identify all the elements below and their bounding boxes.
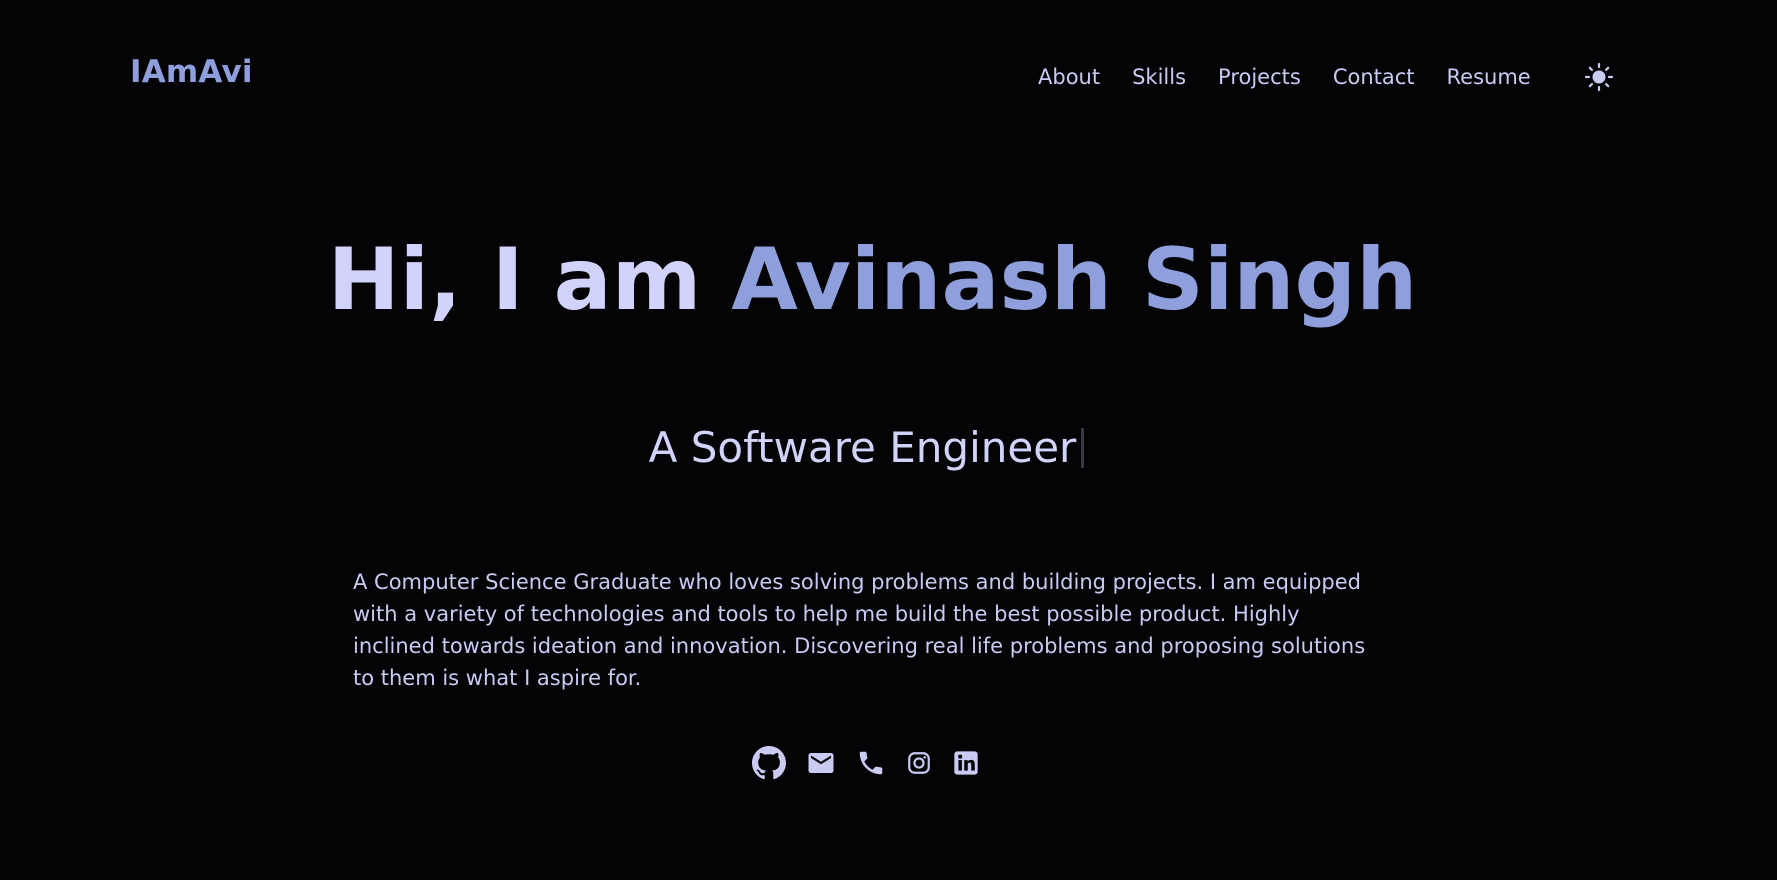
theme-toggle-button[interactable] (1583, 62, 1615, 92)
instagram-icon (908, 752, 930, 774)
sun-icon (1584, 62, 1614, 92)
mail-icon (808, 753, 834, 773)
linkedin-icon (954, 751, 978, 775)
hero-greeting: Hi, I am (327, 230, 732, 330)
linkedin-link[interactable] (952, 749, 980, 777)
instagram-link[interactable] (906, 750, 932, 776)
mail-link[interactable] (806, 748, 836, 778)
phone-icon (859, 751, 883, 775)
github-link[interactable] (752, 746, 786, 780)
social-links (752, 746, 980, 780)
phone-link[interactable] (856, 748, 886, 778)
nav-contact[interactable]: Contact (1333, 65, 1415, 89)
nav-projects[interactable]: Projects (1218, 65, 1301, 89)
nav-resume[interactable]: Resume (1447, 65, 1531, 89)
site-logo[interactable]: IAmAvi (130, 54, 253, 90)
subtitle-text: A Software Engineer (648, 423, 1077, 472)
typing-cursor (1081, 428, 1085, 468)
github-icon (752, 746, 786, 780)
hero-name: Avinash Singh (731, 230, 1418, 330)
nav-skills[interactable]: Skills (1132, 65, 1186, 89)
hero-title: Hi, I am Avinash Singh (0, 225, 1745, 335)
nav-about[interactable]: About (1038, 65, 1100, 89)
main-nav: About Skills Projects Contact Resume (1038, 62, 1531, 92)
hero-bio: A Computer Science Graduate who loves so… (353, 570, 1366, 690)
hero-subtitle: A Software Engineer (0, 420, 1733, 476)
page: IAmAvi About Skills Projects Contact Res… (0, 0, 1777, 880)
